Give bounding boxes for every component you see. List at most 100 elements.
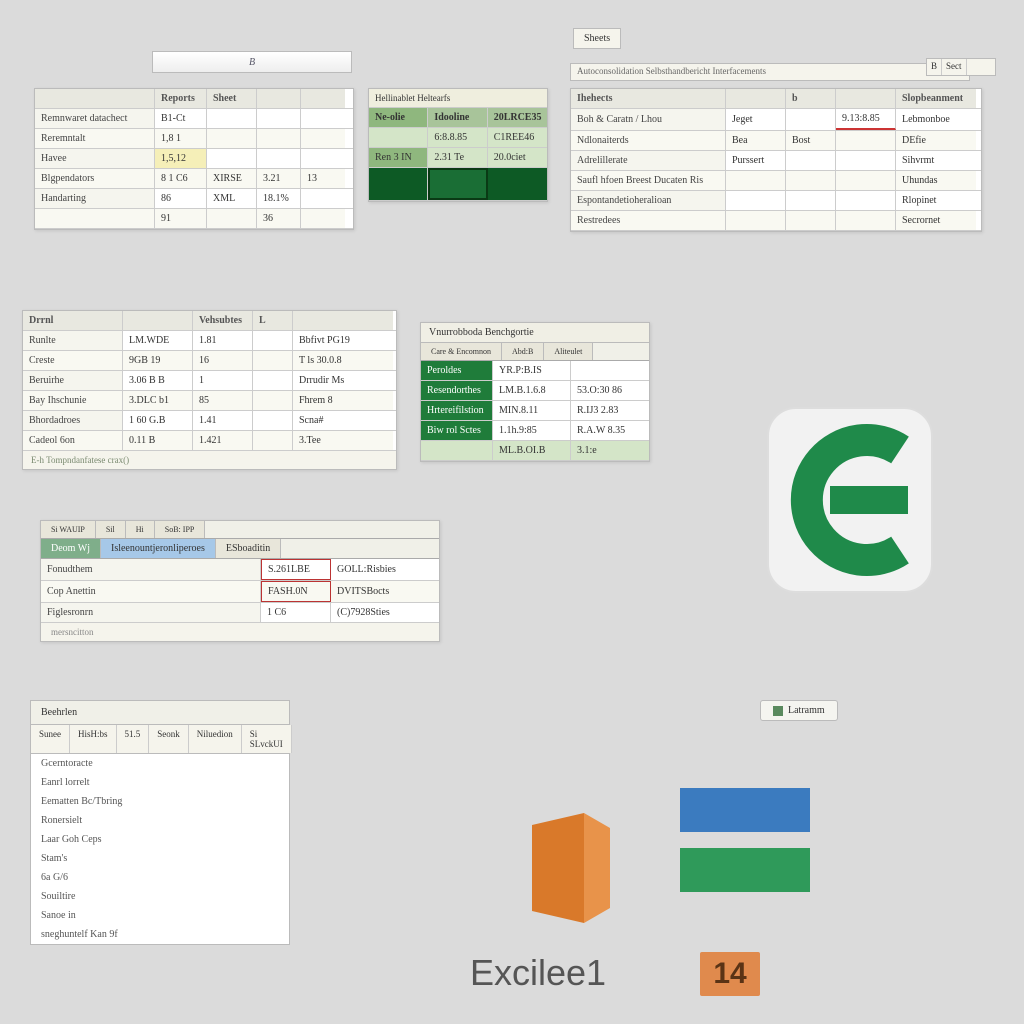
table-row[interactable]: Bay Ihschunie3.DLC b185Fhrem 8 [23,391,396,411]
p1-h0 [35,89,155,108]
p5-footer: ML.B.OI.B3.1:e [421,441,649,461]
table-row[interactable]: AdrelilleratePurssertSihvrmt [571,151,981,171]
p5-tab1[interactable]: Abd:B [502,343,544,360]
table-row[interactable]: Handarting86XML18.1% [35,189,353,209]
e-logo-icon [760,400,940,603]
list-panel: Beehrlen Sunee HisH:bs 51.5 Seonk Nilued… [30,700,290,945]
table-row[interactable]: EspontandetioheralioanRlopinet [571,191,981,211]
lt4[interactable]: Niluedion [189,725,242,753]
p3-h0: Ihehects [571,89,726,108]
ribbon-label: Autoconsolidation Selbsthandbericht Inte… [570,63,970,81]
p5-title: Vnurrobboda Benchgortie [421,323,649,343]
list-item[interactable]: sneghuntelf Kan 9f [31,925,289,944]
table-row [369,168,547,201]
table-row[interactable]: Ren 3 IN2.31 Te20.0ciet [369,148,547,168]
p1-header: Reports Sheet [35,89,353,109]
list-item[interactable]: Sanoe in [31,906,289,925]
table-row[interactable]: Cadeol 6on0.11 B1.4213.Tee [23,431,396,451]
p6-tt3[interactable]: SoB: IPP [155,521,206,538]
table-row[interactable]: Blgpendators8 1 C6XIRSE3.2113 [35,169,353,189]
p1-r2-label: Havee [35,149,155,168]
footer-button[interactable]: Latramm [760,700,838,721]
lt1[interactable]: HisH:bs [70,725,117,753]
table-row[interactable]: Bhordadroes1 60 G.B1.41Scna# [23,411,396,431]
p6-footer: mersncitton [41,623,439,641]
footer-btn-label: Latramm [788,705,825,716]
table-row[interactable]: Cop AnettinFASH.0NDVITSBocts [41,581,439,603]
table-row[interactable]: Biw rol Sctes1.1h.9:85R.A.W 8.35 [421,421,649,441]
panel-mid-left: Drrnl Vehsubtes L RunlteLM.WDE1.81Bbfivt… [22,310,397,470]
list-item[interactable]: Ronersielt [31,811,289,830]
mini-box: B Sect [926,58,996,76]
p1-r1-label: Reremntalt [35,129,155,148]
list-item[interactable]: Laar Goh Ceps [31,830,289,849]
list-item[interactable]: Gcerntoracte [31,754,289,773]
panel-upper-right: Ihehects b Slopbeanment Boh & Caratn / L… [570,88,982,232]
square-icon [773,706,783,716]
list-item[interactable]: 6a G/6 [31,868,289,887]
table-row[interactable]: FonudthemS.261LBEGOLL:Risbies [41,559,439,581]
lt2[interactable]: 51.5 [117,725,150,753]
p6-mt0[interactable]: Deom Wj [41,539,101,558]
list-item[interactable]: Eematten Bc/Tbring [31,792,289,811]
brand-number: 14 [700,952,760,996]
table-row[interactable]: Saufl hfoen Breest Ducaten RisUhundas [571,171,981,191]
table-row[interactable]: PeroldesYR.P:B.IS [421,361,649,381]
list-item[interactable]: Eanrl lorrelt [31,773,289,792]
p5-tab0[interactable]: Care & Encomnon [421,343,502,360]
table-row[interactable]: Reremntalt1,8 1 [35,129,353,149]
blue-bar [680,788,810,832]
p6-tt2[interactable]: Hi [126,521,155,538]
panel-mid-center: Vnurrobboda Benchgortie Care & Encomnon … [420,322,650,462]
top-tabs: Sheets [573,28,621,49]
p1-r2-c1: 1,5,12 [155,149,207,168]
table-row[interactable]: ResendorthesLM.B.1.6.853.O:30 86 [421,381,649,401]
p4-header: Drrnl Vehsubtes L [23,311,396,331]
p2-title: Hellinablet Heltearfs [369,89,547,107]
table-row[interactable]: NdlonaiterdsBeaBostDEfie [571,131,981,151]
table-row[interactable]: Boh & Caratn / LhouJeget9.13:8.85Lebmonb… [571,109,981,131]
p1-r4-c1: 86 [155,189,207,208]
p6-top-tabs: Si WAUIP Sil Hi SoB: IPP [41,521,439,539]
p5-tab2[interactable]: Aliteulet [544,343,593,360]
list-item[interactable]: Stam's [31,849,289,868]
p1-h2: Sheet [207,89,257,108]
tab-sheets[interactable]: Sheets [573,28,621,49]
p1-r1-c1: 1,8 1 [155,129,207,148]
table-row[interactable]: Remnwaret datachectB1-Ct [35,109,353,129]
table-row[interactable]: RestredeesSecrornet [571,211,981,231]
p6-mt2[interactable]: ESboaditin [216,539,281,558]
table-row[interactable]: Beruirhe3.06 B B1Drrudir Ms [23,371,396,391]
panel-lower-left: Si WAUIP Sil Hi SoB: IPP Deom Wj Isleeno… [40,520,440,642]
mini-a: B [927,59,942,75]
table-row[interactable]: 6:8.8.85C1REE46 [369,128,547,148]
p3-header: Ihehects b Slopbeanment [571,89,981,109]
lt5[interactable]: Si SLvckUI [242,725,292,753]
p1-r4-label: Handarting [35,189,155,208]
p6-main-tabs: Deom Wj Isleenountjeronliperoes ESboadit… [41,539,439,559]
list-tabs: Sunee HisH:bs 51.5 Seonk Niluedion Si SL… [31,725,289,754]
table-row[interactable]: 9136 [35,209,353,229]
table-row[interactable]: Creste9GB 1916T ls 30.0.8 [23,351,396,371]
formula-strip[interactable]: B [152,51,352,73]
mini-b: Sect [942,59,967,75]
table-row[interactable]: Havee1,5,12 [35,149,353,169]
p1-h1: Reports [155,89,207,108]
table-row[interactable]: Figlesronrn1 C6(C)7928Sties [41,603,439,623]
p1-h4 [301,89,345,108]
orange-shape-icon [520,803,620,933]
p6-tt0[interactable]: Si WAUIP [41,521,96,538]
p1-r0-c1: B1-Ct [155,109,207,128]
table-row[interactable]: HrtereifilstionMIN.8.11R.IJ3 2.83 [421,401,649,421]
lt0[interactable]: Sunee [31,725,70,753]
lt3[interactable]: Seonk [149,725,189,753]
list-item[interactable]: Souiltire [31,887,289,906]
p4-footer: E-h Tompndanfatese crax() [23,451,396,469]
p6-tt1[interactable]: Sil [96,521,126,538]
p2-header: Ne-olieIdooline20LRCE35 [369,108,547,128]
brand-text: Excilee1 [470,952,606,994]
green-bar [680,848,810,892]
p6-mt1[interactable]: Isleenountjeronliperoes [101,539,216,558]
p5-tabs: Care & Encomnon Abd:B Aliteulet [421,343,649,361]
table-row[interactable]: RunlteLM.WDE1.81Bbfivt PG19 [23,331,396,351]
